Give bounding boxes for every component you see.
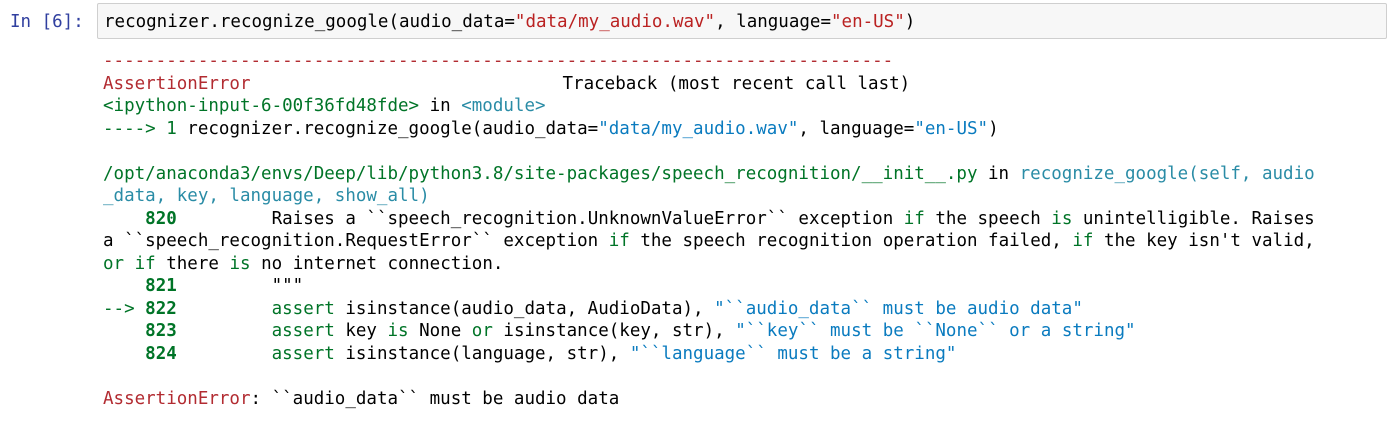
code-token: key: [334, 321, 388, 341]
code-line-820-cont2: or if there is no internet connection.: [103, 253, 1393, 276]
keyword-token: assert: [271, 343, 335, 364]
code-token: recognizer: [187, 118, 293, 139]
traceback-output: ----------------------------------------…: [103, 50, 1393, 410]
frame-function: recognize_google(self, audio: [1019, 163, 1315, 184]
code-token: .: [492, 253, 504, 274]
frame-arrow: [103, 209, 145, 229]
keyword-token: or: [471, 321, 493, 341]
code-token: UnknownValueError`` exception: [587, 208, 904, 229]
code-token: .: [1230, 208, 1241, 229]
code-line-822: --> 822 assert isinstance(audio_data, Au…: [103, 298, 1393, 321]
keyword-token: is: [1051, 208, 1073, 229]
code-token: """: [176, 276, 304, 296]
keyword-token: assert: [271, 321, 335, 341]
line-number: 821: [145, 276, 177, 296]
code-token: Raises a ``speech_recognition: [176, 208, 578, 229]
code-token: there: [155, 253, 230, 274]
code-token: unintelligible: [1072, 208, 1231, 229]
code-string-token: "data/my_audio.wav": [514, 12, 716, 32]
code-token: recognize_google(audio_data=: [303, 118, 599, 139]
code-token: , language=: [715, 12, 831, 32]
frame-function: _data, key, language, show_all): [103, 186, 430, 206]
code-token: , language=: [798, 118, 915, 139]
code-string-token: "en-US": [831, 12, 905, 32]
keyword-token: if: [608, 231, 630, 251]
line-number: 823: [145, 321, 177, 341]
frame-header: <ipython-input-6-00f36fd48fde> in <modul…: [103, 95, 1393, 118]
error-name: AssertionError: [103, 388, 251, 409]
code-token: .: [292, 118, 304, 139]
traceback-title: Traceback (most recent call last): [562, 73, 911, 94]
code-token: a ``speech_recognition: [103, 231, 335, 251]
frame-arrow: -->: [103, 298, 146, 319]
traceback-separator: ----------------------------------------…: [103, 51, 894, 71]
code-token: Raises: [1240, 208, 1315, 229]
keyword-token: if: [903, 208, 925, 229]
keyword-token: assert: [271, 298, 335, 319]
code-token: the speech recognition operation failed,: [629, 231, 1073, 251]
code-token: ): [988, 118, 999, 139]
code-line-824: 824 assert isinstance(language, str), "`…: [103, 343, 1393, 366]
frame-arrow: ----> 1: [103, 118, 188, 139]
line-number: 824: [145, 343, 177, 364]
code-token: isinstance(key, str),: [492, 321, 736, 341]
code-string-token: "``key`` must be ``None`` or a string": [735, 321, 1136, 341]
frame-path: /opt/anaconda3/envs/Deep/lib/python3.8/s…: [103, 163, 978, 184]
code-token: None: [408, 321, 472, 341]
code-token: RequestError`` exception: [345, 231, 609, 251]
frame-in: in: [419, 96, 462, 116]
line-number: 822: [145, 298, 177, 319]
input-prompt: In [6]:: [10, 12, 84, 32]
code-token: the key isn't valid,: [1093, 231, 1315, 251]
code-token: no internet connection: [250, 253, 493, 274]
code-string-token: "``language`` must be a string": [629, 343, 957, 364]
code-token: isinstance(audio_data, AudioData),: [334, 298, 715, 319]
keyword-token: if: [1072, 231, 1094, 251]
final-error-line: AssertionError: ``audio_data`` must be a…: [103, 388, 1393, 411]
keyword-token: if: [134, 253, 156, 274]
code-token: .: [577, 208, 588, 229]
keyword-token: or: [103, 253, 125, 274]
error-message: : ``audio_data`` must be audio data: [250, 388, 620, 409]
frame-code-line: ----> 1 recognizer.recognize_google(audi…: [103, 118, 1393, 141]
code-input-text[interactable]: recognizer.recognize_google(audio_data="…: [104, 11, 915, 33]
code-line-820-cont: a ``speech_recognition.RequestError`` ex…: [103, 230, 1393, 253]
error-name: AssertionError: [103, 73, 251, 94]
frame-location: <ipython-input-6-00f36fd48fde>: [103, 96, 420, 116]
frame2-header-cont: _data, key, language, show_all): [103, 185, 1393, 208]
frame-arrow: [103, 276, 145, 296]
code-string-token: "en-US": [914, 118, 989, 139]
notebook-cell: In [6]: recognizer.recognize_google(audi…: [0, 0, 1400, 429]
code-token: .: [334, 231, 346, 251]
code-line-823: 823 assert key is None or isinstance(key…: [103, 320, 1393, 343]
code-input-editor[interactable]: recognizer.recognize_google(audio_data="…: [97, 3, 1387, 39]
keyword-token: is: [387, 321, 409, 341]
code-token: isinstance(language, str),: [334, 343, 630, 364]
code-line-821: 821 """: [103, 275, 1393, 298]
frame-arrow: [103, 344, 145, 364]
frame-module: <module>: [461, 96, 546, 116]
code-token: ): [904, 12, 916, 32]
code-token: recognizer.recognize_google(audio_data=: [104, 12, 515, 32]
code-string-token: "data/my_audio.wav": [598, 118, 799, 139]
line-number: 820: [145, 208, 177, 229]
code-token: the speech: [924, 208, 1052, 229]
code-string-token: "``audio_data`` must be audio data": [714, 298, 1083, 319]
frame2-header: /opt/anaconda3/envs/Deep/lib/python3.8/s…: [103, 163, 1393, 186]
traceback-header: AssertionError Traceback (most recent cal…: [103, 73, 1393, 96]
frame-arrow: [103, 321, 145, 341]
keyword-token: is: [229, 253, 251, 274]
frame-in: in: [977, 163, 1020, 184]
code-line-820: 820 Raises a ``speech_recognition.Unknow…: [103, 208, 1393, 231]
